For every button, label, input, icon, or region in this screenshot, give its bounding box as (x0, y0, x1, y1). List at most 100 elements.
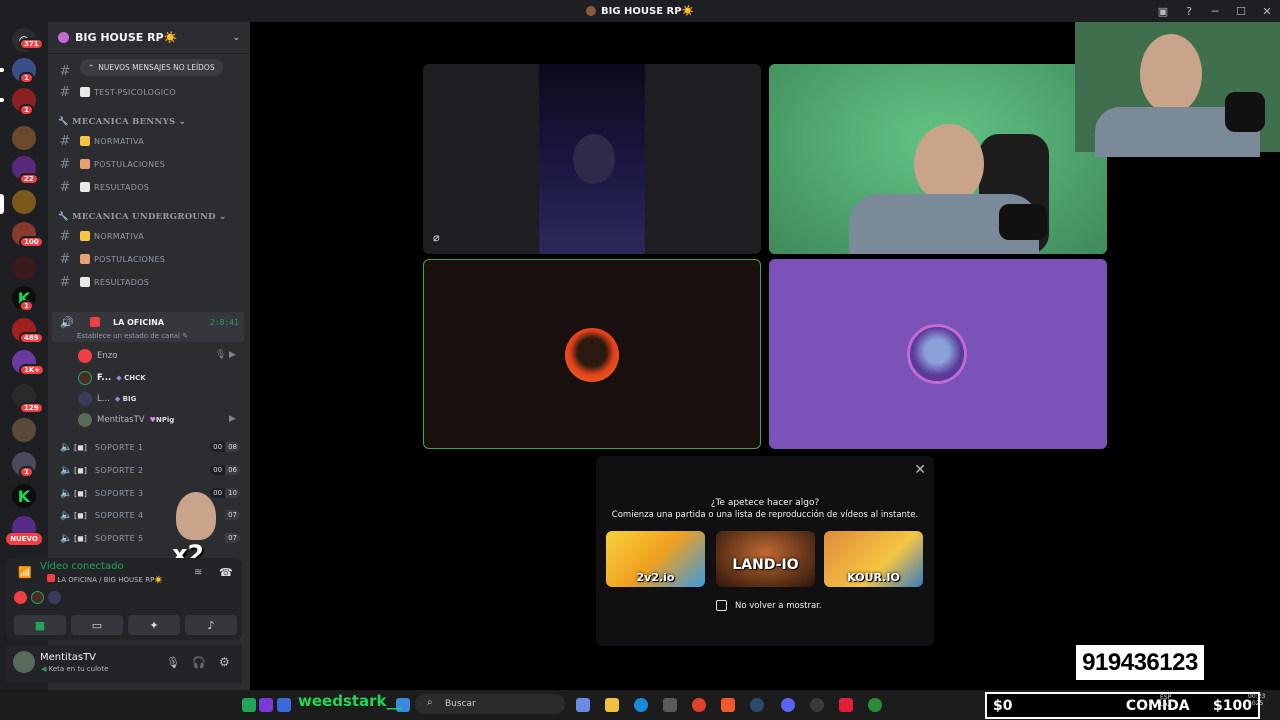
video-tile[interactable]: ⌀ (423, 64, 761, 254)
inbox-icon[interactable]: ▣ (1150, 5, 1176, 18)
channel-item[interactable]: # NORMATIVA (56, 131, 244, 151)
brave-icon[interactable] (721, 698, 735, 712)
server-icon[interactable] (12, 256, 36, 280)
screen-share-button[interactable]: ▭ (71, 615, 123, 635)
voice-member[interactable]: L... ◆ BIG (78, 390, 136, 408)
obs-icon[interactable] (810, 698, 824, 712)
edge-icon[interactable] (634, 698, 648, 712)
guild-badge-icon (58, 32, 69, 43)
activities-button[interactable]: ✦ (128, 615, 180, 635)
chrome-icon[interactable] (692, 698, 706, 712)
game-card[interactable]: 2v2.io (606, 531, 705, 587)
search-placeholder: Buscar (445, 699, 476, 709)
voice-channel[interactable]: 🔈 [◼] SOPORTE 2 00 06 (60, 460, 240, 480)
user-count-current: 00 (210, 488, 226, 498)
help-icon[interactable]: ? (1176, 5, 1202, 18)
guild-header[interactable]: BIG HOUSE RP☀️ ⌄ (48, 22, 250, 54)
speaker-icon: 🔈 (60, 509, 73, 521)
username[interactable]: MentitasTV (40, 652, 96, 663)
video-tile[interactable] (769, 259, 1107, 449)
voice-channel-name: SOPORTE 4 (94, 510, 144, 520)
star-icon[interactable] (259, 698, 273, 712)
close-button[interactable]: ✕ (1254, 5, 1280, 18)
user-count-limit: 08 (225, 442, 240, 452)
noise-suppression-icon[interactable]: ≋ (194, 567, 202, 578)
gear-icon[interactable]: ⚙ (219, 655, 230, 669)
category-header[interactable]: 🔧 MECANICA UNDERGROUND ⌄ (58, 212, 227, 222)
channel-item[interactable]: # RESULTADOS (56, 177, 244, 197)
dont-show-checkbox[interactable] (716, 600, 727, 611)
channel-item[interactable]: # TEST-PSICOLOGICO (56, 82, 244, 102)
voice-channel-name: SOPORTE 2 (94, 465, 144, 475)
unread-badge: 1 (19, 300, 34, 312)
person-silhouette (573, 134, 615, 184)
channel-emoji-icon (90, 317, 100, 327)
soundboard-button[interactable]: ♪ (185, 615, 237, 635)
channel-item[interactable]: # RESULTADOS (56, 272, 244, 292)
voice-status-title[interactable]: Vídeo conectado (40, 561, 124, 572)
voice-channel-name: SOPORTE 5 (94, 533, 144, 543)
minimize-button[interactable]: ─ (1202, 5, 1228, 18)
guild-icon (585, 6, 596, 16)
user-count-limit: 07 (225, 533, 240, 543)
channel-item[interactable]: # NORMATIVA (56, 226, 244, 246)
game-card[interactable]: LAND-IO (716, 531, 815, 587)
camera-button[interactable]: ■ (14, 615, 66, 635)
store-icon[interactable] (663, 698, 677, 712)
channel-status-hint[interactable]: Establece un estado de canal ✎ (77, 332, 188, 340)
steam-icon[interactable] (750, 698, 764, 712)
voice-member[interactable]: MentitasTV ♥NPig (78, 411, 174, 429)
server-icon[interactable] (12, 126, 36, 150)
avatar (48, 591, 61, 604)
member-tag-text: NPig (155, 416, 175, 424)
app-icon[interactable] (868, 698, 882, 712)
unread-badge: 100 (19, 236, 44, 248)
clock[interactable]: 00:23 2025 (1248, 693, 1265, 707)
user-count-current: 00 (210, 465, 226, 475)
folder-icon[interactable] (605, 698, 619, 712)
user-count: 07 (225, 533, 240, 543)
voice-channel[interactable]: 🔈 [◼] SOPORTE 3 00 10 (60, 483, 240, 503)
lock-emoji-icon: [◼] (74, 442, 87, 452)
channel-item[interactable]: # (56, 61, 244, 81)
game-card[interactable]: KOUR.IO (824, 531, 923, 587)
copilot-icon[interactable] (576, 698, 590, 712)
category-header[interactable]: 🔧 MECANICA BENNYS ⌄ (58, 117, 186, 127)
voice-member[interactable]: Enzo (78, 347, 117, 365)
channel-item[interactable]: # POSTULACIONES (56, 154, 244, 174)
headphones-icon[interactable]: 🎧 (192, 656, 206, 669)
channel-name: POSTULACIONES (94, 254, 166, 264)
mic-icon[interactable]: 🎙 (166, 656, 180, 669)
server-icon-selected[interactable] (12, 190, 36, 214)
person-silhouette (1140, 34, 1202, 114)
avatar (78, 349, 92, 363)
unread-badge: 1 (19, 72, 34, 84)
channel-item[interactable]: # POSTULACIONES (56, 249, 244, 269)
check-icon[interactable] (277, 698, 291, 712)
maximize-button[interactable]: ☐ (1228, 5, 1254, 18)
voice-status-subtitle-text: LA OFICINA / BIG HOUSE RP☀️ (57, 576, 163, 584)
voice-channel[interactable]: 🔈 [◼] SOPORTE 1 00 08 (60, 437, 240, 457)
popup-subtitle: Comienza una partida o una lista de repr… (611, 510, 919, 520)
disconnect-icon[interactable]: ☎ (219, 566, 233, 579)
discord-icon[interactable] (781, 698, 795, 712)
server-icon[interactable]: K (12, 484, 36, 508)
speaker-icon: 🔈 (60, 487, 73, 499)
app-icon[interactable] (242, 698, 256, 712)
video-tile[interactable] (769, 64, 1107, 254)
speaker-icon: 🔈 (60, 532, 73, 544)
user-count-limit: 10 (225, 488, 240, 498)
tiktok-icon[interactable] (839, 698, 853, 712)
hash-icon: # (59, 84, 71, 100)
close-icon[interactable]: ✕ (914, 462, 926, 478)
video-tile-speaking[interactable] (423, 259, 761, 449)
channel-status-hint-text: Establece un estado de canal (77, 332, 181, 340)
user-count: 00 06 (210, 465, 240, 475)
language-indicator[interactable]: ESP (1160, 694, 1172, 701)
document-icon (80, 182, 90, 192)
voice-member[interactable]: F... ◆ CHCK (78, 369, 146, 387)
new-servers-badge: NUEVO (6, 533, 42, 545)
avatar[interactable] (13, 651, 35, 673)
server-icon[interactable] (12, 418, 36, 442)
taskbar-search[interactable]: ⌕ Buscar (415, 694, 565, 714)
